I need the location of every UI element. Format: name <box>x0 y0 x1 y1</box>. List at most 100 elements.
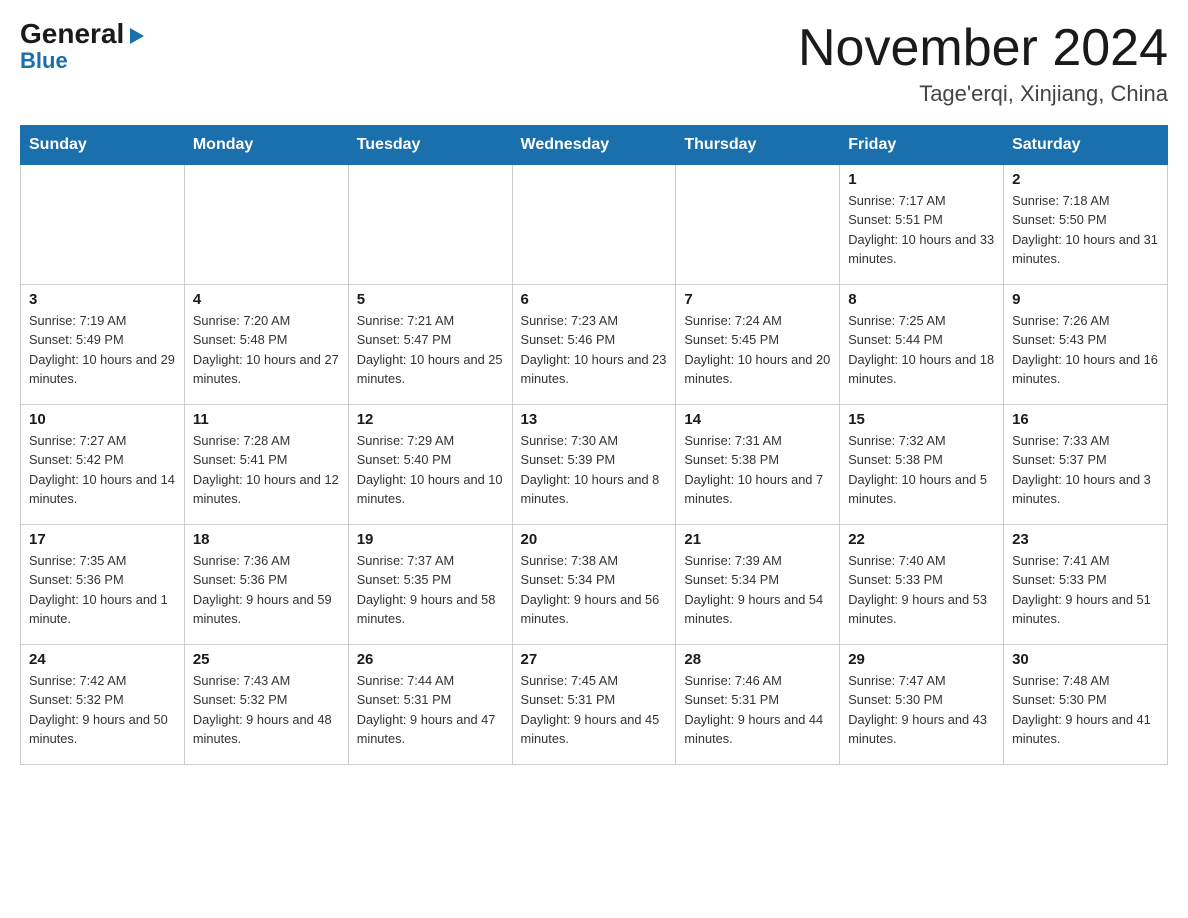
day-number: 6 <box>521 291 668 308</box>
day-info: Sunrise: 7:30 AMSunset: 5:39 PMDaylight:… <box>521 431 668 508</box>
day-info: Sunrise: 7:41 AMSunset: 5:33 PMDaylight:… <box>1012 551 1159 628</box>
day-number: 11 <box>193 411 340 428</box>
day-info: Sunrise: 7:39 AMSunset: 5:34 PMDaylight:… <box>684 551 831 628</box>
calendar-day-cell: 25 Sunrise: 7:43 AMSunset: 5:32 PMDayligh… <box>184 645 348 765</box>
day-number: 9 <box>1012 291 1159 308</box>
day-info: Sunrise: 7:38 AMSunset: 5:34 PMDaylight:… <box>521 551 668 628</box>
day-info: Sunrise: 7:31 AMSunset: 5:38 PMDaylight:… <box>684 431 831 508</box>
day-number: 5 <box>357 291 504 308</box>
calendar-header-row: Sunday Monday Tuesday Wednesday Thursday… <box>21 126 1168 165</box>
page-title: November 2024 <box>798 20 1168 77</box>
calendar-week-row: 3 Sunrise: 7:19 AMSunset: 5:49 PMDaylight… <box>21 285 1168 405</box>
calendar-day-cell: 1 Sunrise: 7:17 AMSunset: 5:51 PMDaylight… <box>840 165 1004 285</box>
day-number: 19 <box>357 531 504 548</box>
day-info: Sunrise: 7:33 AMSunset: 5:37 PMDaylight:… <box>1012 431 1159 508</box>
col-sunday: Sunday <box>21 126 185 165</box>
calendar-day-cell: 17 Sunrise: 7:35 AMSunset: 5:36 PMDayligh… <box>21 525 185 645</box>
calendar-table: Sunday Monday Tuesday Wednesday Thursday… <box>20 125 1168 765</box>
calendar-day-cell: 5 Sunrise: 7:21 AMSunset: 5:47 PMDaylight… <box>348 285 512 405</box>
day-info: Sunrise: 7:43 AMSunset: 5:32 PMDaylight:… <box>193 671 340 748</box>
day-number: 29 <box>848 651 995 668</box>
calendar-day-cell <box>512 165 676 285</box>
day-number: 25 <box>193 651 340 668</box>
logo-general: General <box>20 20 146 48</box>
calendar-day-cell: 13 Sunrise: 7:30 AMSunset: 5:39 PMDayligh… <box>512 405 676 525</box>
calendar-week-row: 17 Sunrise: 7:35 AMSunset: 5:36 PMDayligh… <box>21 525 1168 645</box>
calendar-day-cell <box>184 165 348 285</box>
day-info: Sunrise: 7:23 AMSunset: 5:46 PMDaylight:… <box>521 311 668 388</box>
day-info: Sunrise: 7:18 AMSunset: 5:50 PMDaylight:… <box>1012 191 1159 268</box>
day-number: 7 <box>684 291 831 308</box>
calendar-week-row: 24 Sunrise: 7:42 AMSunset: 5:32 PMDayligh… <box>21 645 1168 765</box>
day-number: 8 <box>848 291 995 308</box>
calendar-day-cell: 22Sunrise: 7:40 AMSunset: 5:33 PMDayligh… <box>840 525 1004 645</box>
calendar-day-cell: 11 Sunrise: 7:28 AMSunset: 5:41 PMDayligh… <box>184 405 348 525</box>
day-number: 1 <box>848 171 995 188</box>
calendar-day-cell: 20 Sunrise: 7:38 AMSunset: 5:34 PMDayligh… <box>512 525 676 645</box>
calendar-day-cell: 2 Sunrise: 7:18 AMSunset: 5:50 PMDaylight… <box>1004 165 1168 285</box>
day-number: 15 <box>848 411 995 428</box>
day-info: Sunrise: 7:46 AMSunset: 5:31 PMDaylight:… <box>684 671 831 748</box>
day-number: 23 <box>1012 531 1159 548</box>
day-info: Sunrise: 7:24 AMSunset: 5:45 PMDaylight:… <box>684 311 831 388</box>
day-number: 18 <box>193 531 340 548</box>
day-number: 21 <box>684 531 831 548</box>
day-number: 13 <box>521 411 668 428</box>
calendar-day-cell: 26Sunrise: 7:44 AMSunset: 5:31 PMDayligh… <box>348 645 512 765</box>
day-info: Sunrise: 7:26 AMSunset: 5:43 PMDaylight:… <box>1012 311 1159 388</box>
day-number: 12 <box>357 411 504 428</box>
day-number: 3 <box>29 291 176 308</box>
day-info: Sunrise: 7:19 AMSunset: 5:49 PMDaylight:… <box>29 311 176 388</box>
day-number: 30 <box>1012 651 1159 668</box>
calendar-week-row: 1 Sunrise: 7:17 AMSunset: 5:51 PMDaylight… <box>21 165 1168 285</box>
day-number: 20 <box>521 531 668 548</box>
col-saturday: Saturday <box>1004 126 1168 165</box>
day-info: Sunrise: 7:28 AMSunset: 5:41 PMDaylight:… <box>193 431 340 508</box>
day-number: 14 <box>684 411 831 428</box>
day-info: Sunrise: 7:42 AMSunset: 5:32 PMDaylight:… <box>29 671 176 748</box>
day-number: 24 <box>29 651 176 668</box>
calendar-day-cell: 28Sunrise: 7:46 AMSunset: 5:31 PMDayligh… <box>676 645 840 765</box>
day-number: 17 <box>29 531 176 548</box>
day-number: 27 <box>521 651 668 668</box>
day-info: Sunrise: 7:17 AMSunset: 5:51 PMDaylight:… <box>848 191 995 268</box>
calendar-day-cell: 10Sunrise: 7:27 AMSunset: 5:42 PMDayligh… <box>21 405 185 525</box>
day-info: Sunrise: 7:36 AMSunset: 5:36 PMDaylight:… <box>193 551 340 628</box>
day-info: Sunrise: 7:47 AMSunset: 5:30 PMDaylight:… <box>848 671 995 748</box>
calendar-day-cell: 19Sunrise: 7:37 AMSunset: 5:35 PMDayligh… <box>348 525 512 645</box>
calendar-day-cell: 15Sunrise: 7:32 AMSunset: 5:38 PMDayligh… <box>840 405 1004 525</box>
day-info: Sunrise: 7:48 AMSunset: 5:30 PMDaylight:… <box>1012 671 1159 748</box>
calendar-day-cell: 14 Sunrise: 7:31 AMSunset: 5:38 PMDayligh… <box>676 405 840 525</box>
day-info: Sunrise: 7:35 AMSunset: 5:36 PMDaylight:… <box>29 551 176 628</box>
calendar-day-cell <box>348 165 512 285</box>
day-info: Sunrise: 7:45 AMSunset: 5:31 PMDaylight:… <box>521 671 668 748</box>
col-tuesday: Tuesday <box>348 126 512 165</box>
calendar-day-cell <box>21 165 185 285</box>
page-location: Tage'erqi, Xinjiang, China <box>798 81 1168 107</box>
calendar-day-cell: 12Sunrise: 7:29 AMSunset: 5:40 PMDayligh… <box>348 405 512 525</box>
page-header: General Blue November 2024 Tage'erqi, Xi… <box>20 20 1168 107</box>
day-number: 2 <box>1012 171 1159 188</box>
day-info: Sunrise: 7:25 AMSunset: 5:44 PMDaylight:… <box>848 311 995 388</box>
day-info: Sunrise: 7:44 AMSunset: 5:31 PMDaylight:… <box>357 671 504 748</box>
col-monday: Monday <box>184 126 348 165</box>
day-number: 16 <box>1012 411 1159 428</box>
calendar-day-cell: 3 Sunrise: 7:19 AMSunset: 5:49 PMDaylight… <box>21 285 185 405</box>
calendar-day-cell: 9 Sunrise: 7:26 AMSunset: 5:43 PMDaylight… <box>1004 285 1168 405</box>
calendar-day-cell: 6 Sunrise: 7:23 AMSunset: 5:46 PMDaylight… <box>512 285 676 405</box>
day-info: Sunrise: 7:20 AMSunset: 5:48 PMDaylight:… <box>193 311 340 388</box>
col-wednesday: Wednesday <box>512 126 676 165</box>
calendar-day-cell: 21 Sunrise: 7:39 AMSunset: 5:34 PMDayligh… <box>676 525 840 645</box>
calendar-day-cell <box>676 165 840 285</box>
calendar-day-cell: 30 Sunrise: 7:48 AMSunset: 5:30 PMDayligh… <box>1004 645 1168 765</box>
calendar-day-cell: 8 Sunrise: 7:25 AMSunset: 5:44 PMDaylight… <box>840 285 1004 405</box>
calendar-day-cell: 23 Sunrise: 7:41 AMSunset: 5:33 PMDayligh… <box>1004 525 1168 645</box>
calendar-day-cell: 4Sunrise: 7:20 AMSunset: 5:48 PMDaylight… <box>184 285 348 405</box>
calendar-day-cell: 29 Sunrise: 7:47 AMSunset: 5:30 PMDayligh… <box>840 645 1004 765</box>
logo-blue: Blue <box>20 48 68 74</box>
col-friday: Friday <box>840 126 1004 165</box>
day-info: Sunrise: 7:21 AMSunset: 5:47 PMDaylight:… <box>357 311 504 388</box>
calendar-week-row: 10Sunrise: 7:27 AMSunset: 5:42 PMDayligh… <box>21 405 1168 525</box>
day-info: Sunrise: 7:40 AMSunset: 5:33 PMDaylight:… <box>848 551 995 628</box>
calendar-day-cell: 16 Sunrise: 7:33 AMSunset: 5:37 PMDayligh… <box>1004 405 1168 525</box>
